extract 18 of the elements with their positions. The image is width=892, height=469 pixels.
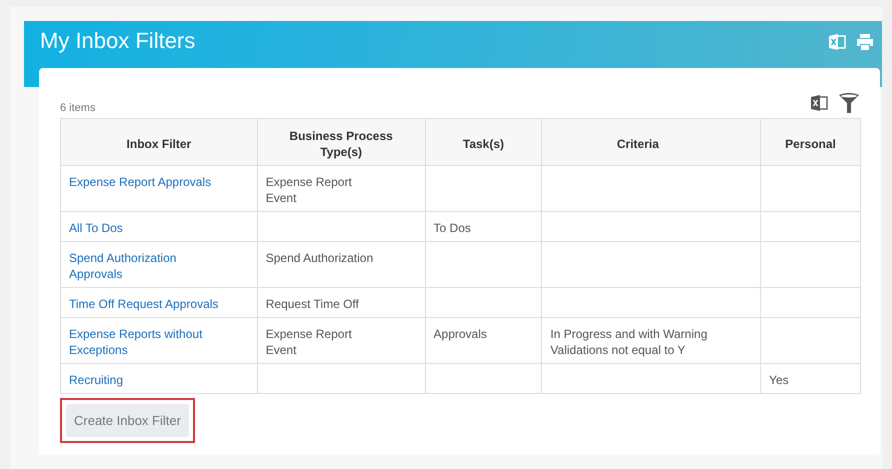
item-count: 6 items — [60, 102, 96, 114]
table-cell-text: In Progress and with Warning Validations not equal to Y — [550, 326, 708, 358]
spreadsheet-icon[interactable] — [810, 94, 828, 112]
column-header: Business Process Type(s) — [288, 128, 394, 160]
column-header: Inbox Filter — [126, 136, 192, 150]
table-cell: Yes — [769, 373, 789, 387]
create-filter-button[interactable]: Create Inbox Filter — [66, 404, 189, 437]
table-cell: Approvals — [434, 327, 487, 341]
page-title: My Inbox Filters — [40, 28, 196, 54]
table-cell: To Dos — [434, 221, 471, 235]
table-cell-text: Spend Authorization — [266, 250, 374, 266]
column-header: Personal — [785, 136, 836, 150]
table-cell-text: Expense Report Event — [266, 174, 353, 206]
column-header: Task(s) — [462, 136, 504, 150]
table-cell-text: Request Time Off — [266, 296, 360, 312]
table-cell-text: Expense Report Event — [266, 326, 353, 358]
column-header: Criteria — [616, 136, 660, 152]
filter-icon[interactable] — [838, 92, 860, 114]
